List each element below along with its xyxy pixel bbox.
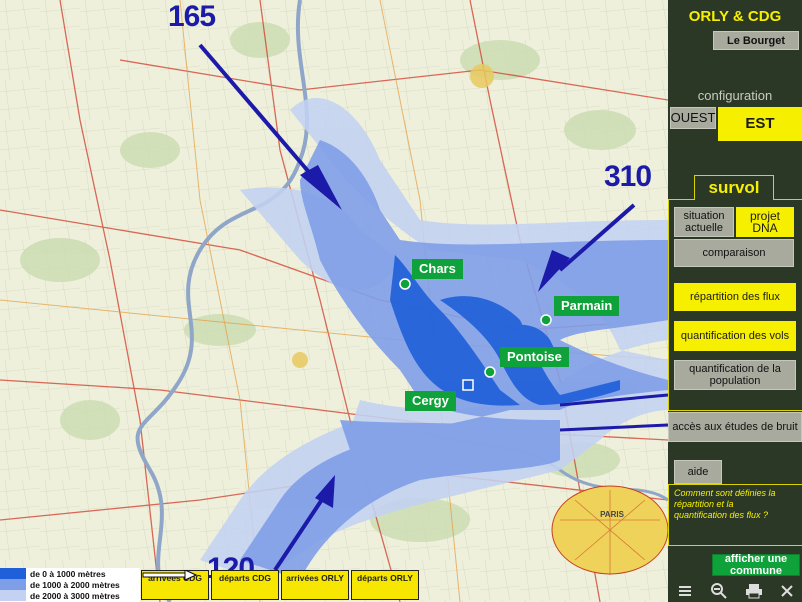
arrow-outline-black-icon: [142, 570, 197, 580]
key-label: départs CDG: [219, 573, 271, 583]
help-question-link[interactable]: Comment sont définies la répartition et …: [674, 488, 784, 521]
config-est-button[interactable]: EST: [718, 107, 802, 141]
town-chars[interactable]: Chars: [412, 259, 463, 279]
acces-etudes-bruit-button[interactable]: accès aux études de bruit: [668, 412, 802, 442]
aide-button[interactable]: aide: [674, 460, 722, 484]
control-panel: ORLY & CDG Le Bourget configuration OUES…: [668, 0, 802, 602]
config-ouest-button[interactable]: OUEST: [670, 107, 716, 129]
comparaison-button[interactable]: comparaison: [674, 239, 794, 267]
legend-label: de 1000 à 2000 mètres: [30, 579, 120, 590]
list-icon[interactable]: [677, 584, 693, 598]
survol-tab[interactable]: survol: [694, 175, 774, 200]
panel-title: ORLY & CDG: [688, 8, 782, 25]
flow-310-label: 310: [604, 160, 652, 193]
quantification-population-button[interactable]: quantification de la population: [674, 360, 796, 390]
town-cergy[interactable]: Cergy: [405, 391, 456, 411]
town-parmain[interactable]: Parmain: [554, 296, 620, 316]
le-bourget-button[interactable]: Le Bourget: [713, 31, 799, 50]
zoom-out-icon[interactable]: [710, 582, 728, 600]
flight-type-keys: arrivées CDG départs CDG arrivées ORLY d…: [141, 570, 421, 600]
legend-label: de 2000 à 3000 mètres: [30, 590, 120, 601]
paris-label: PARIS: [600, 510, 625, 519]
key-departs-orly[interactable]: départs ORLY: [142, 570, 419, 600]
projet-dna-button[interactable]: projet DNA: [736, 207, 794, 237]
repartition-flux-button[interactable]: répartition des flux: [674, 283, 796, 311]
print-icon[interactable]: [745, 583, 763, 599]
altitude-legend: de 0 à 1000 mètres de 1000 à 2000 mètres…: [0, 568, 140, 602]
close-icon[interactable]: [780, 584, 794, 598]
key-departs-cdg[interactable]: départs CDG: [142, 570, 279, 600]
legend-row: de 2000 à 3000 mètres: [0, 590, 140, 601]
key-arrivees-orly[interactable]: arrivées ORLY: [143, 570, 349, 600]
legend-row: de 0 à 1000 mètres: [0, 568, 140, 579]
situation-actuelle-button[interactable]: situation actuelle: [674, 207, 734, 237]
afficher-commune-button[interactable]: afficher une commune: [712, 553, 800, 577]
bottom-toolbar: [668, 580, 802, 602]
key-label: arrivées ORLY: [286, 573, 344, 583]
legend-row: de 1000 à 2000 mètres: [0, 579, 140, 590]
configuration-label: configuration: [697, 88, 773, 103]
map-view[interactable]: PARIS 165 310 120 Chars Parmain Pontoise…: [0, 0, 668, 602]
town-pontoise[interactable]: Pontoise: [500, 347, 569, 367]
flow-165-label: 165: [168, 0, 216, 33]
legend-label: de 0 à 1000 mètres: [30, 568, 106, 579]
quantification-vols-button[interactable]: quantification des vols: [674, 321, 796, 351]
key-label: départs ORLY: [357, 573, 413, 583]
